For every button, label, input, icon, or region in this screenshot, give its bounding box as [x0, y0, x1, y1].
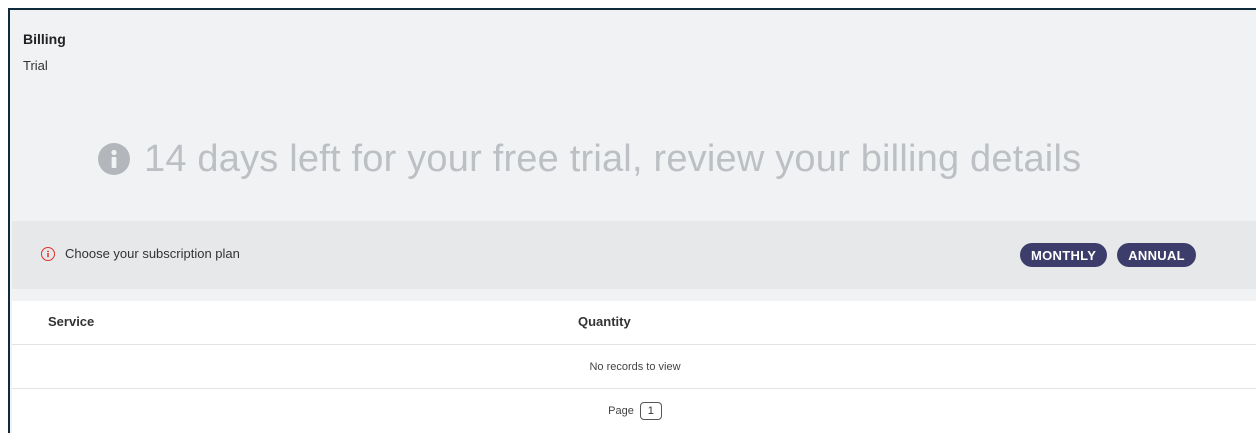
column-header-service[interactable]: Service [48, 314, 94, 329]
empty-message: No records to view [12, 345, 1256, 389]
page-number-input[interactable]: 1 [639, 402, 662, 420]
services-table: Service Quantity No records to view Page… [12, 301, 1256, 433]
trial-days-message: 14 days left for your free trial, review… [144, 138, 1082, 180]
plan-toggle-group: MONTHLY ANNUAL [1020, 243, 1196, 267]
plan-status: Trial [23, 58, 48, 73]
annual-button[interactable]: ANNUAL [1117, 243, 1196, 267]
monthly-button[interactable]: MONTHLY [1020, 243, 1108, 267]
info-icon [98, 143, 130, 175]
page-header: Billing Trial [23, 30, 66, 74]
page-title: Billing [23, 31, 66, 47]
pager-label: Page [608, 405, 634, 417]
plan-prompt-label: Choose your subscription plan [65, 246, 240, 261]
column-header-quantity[interactable]: Quantity [578, 314, 631, 329]
alert-circle-icon [41, 246, 55, 261]
trial-banner: 14 days left for your free trial, review… [98, 136, 1081, 182]
subscription-plan-bar: Choose your subscription plan MONTHLY AN… [12, 221, 1256, 289]
billing-panel: Billing Trial 14 days left for your free… [8, 8, 1256, 433]
plan-prompt: Choose your subscription plan [41, 246, 240, 261]
pager: Page 1 [12, 389, 1256, 433]
table-header: Service Quantity [12, 301, 1256, 345]
